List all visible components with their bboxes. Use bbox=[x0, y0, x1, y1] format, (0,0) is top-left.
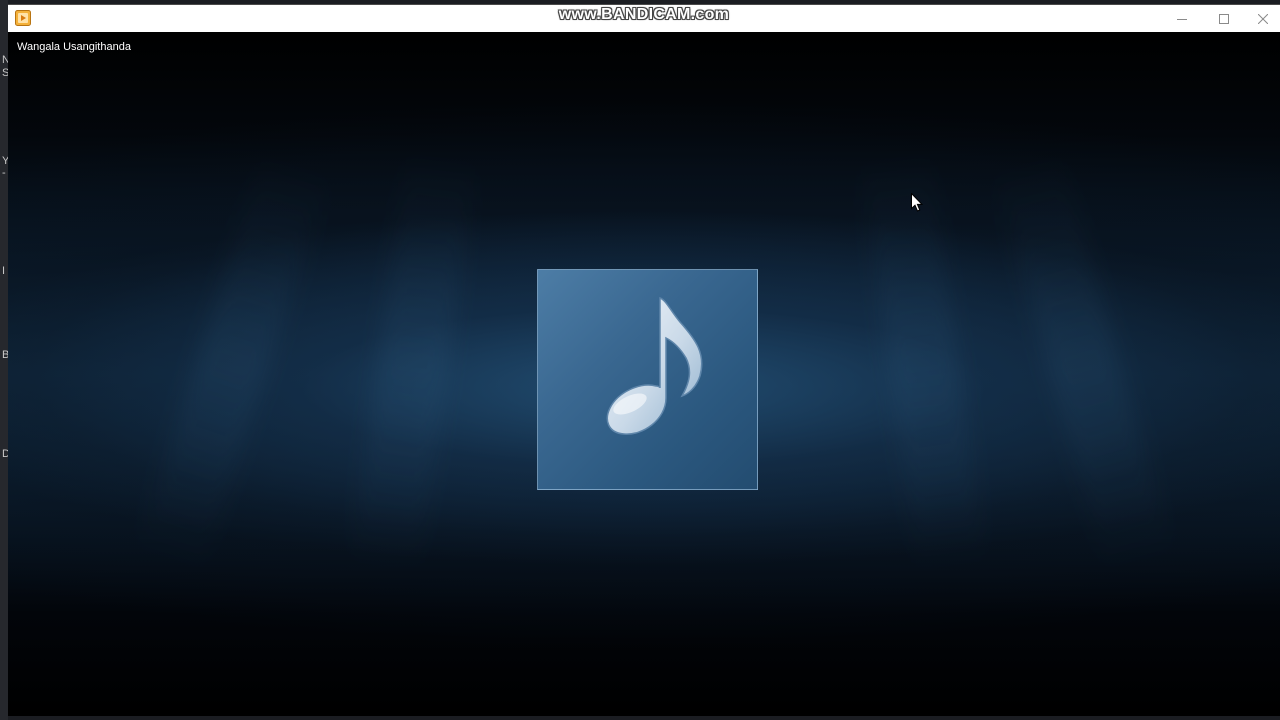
background-light-ray bbox=[134, 151, 332, 573]
close-icon bbox=[1257, 13, 1268, 24]
media-player-window[interactable]: www.BANDICAM.com Wangala Usangithanda bbox=[8, 4, 1280, 716]
screen: N S Y - I B D www.BANDICAM.com Wangala U… bbox=[0, 0, 1280, 720]
window-titlebar[interactable]: www.BANDICAM.com bbox=[8, 5, 1280, 32]
background-light-ray bbox=[991, 150, 1175, 574]
minimize-button[interactable] bbox=[1161, 5, 1203, 32]
desktop-edge-text: I bbox=[2, 265, 6, 277]
close-button[interactable] bbox=[1245, 5, 1280, 32]
mouse-cursor-icon bbox=[911, 193, 923, 212]
desktop-background-edge: N S Y - I B D bbox=[0, 0, 8, 720]
now-playing-view[interactable]: Wangala Usangithanda bbox=[8, 32, 1280, 716]
track-title: Wangala Usangithanda bbox=[17, 41, 131, 53]
music-note-icon bbox=[606, 296, 703, 435]
background-light-ray bbox=[349, 149, 477, 575]
bandicam-watermark: www.BANDICAM.com bbox=[558, 6, 730, 23]
maximize-button[interactable] bbox=[1203, 5, 1245, 32]
album-art-placeholder bbox=[537, 269, 758, 490]
desktop-edge-text: - bbox=[2, 167, 6, 179]
maximize-icon bbox=[1219, 13, 1229, 24]
media-player-icon[interactable] bbox=[15, 10, 31, 26]
minimize-icon bbox=[1177, 18, 1187, 20]
background-light-ray bbox=[859, 149, 987, 575]
